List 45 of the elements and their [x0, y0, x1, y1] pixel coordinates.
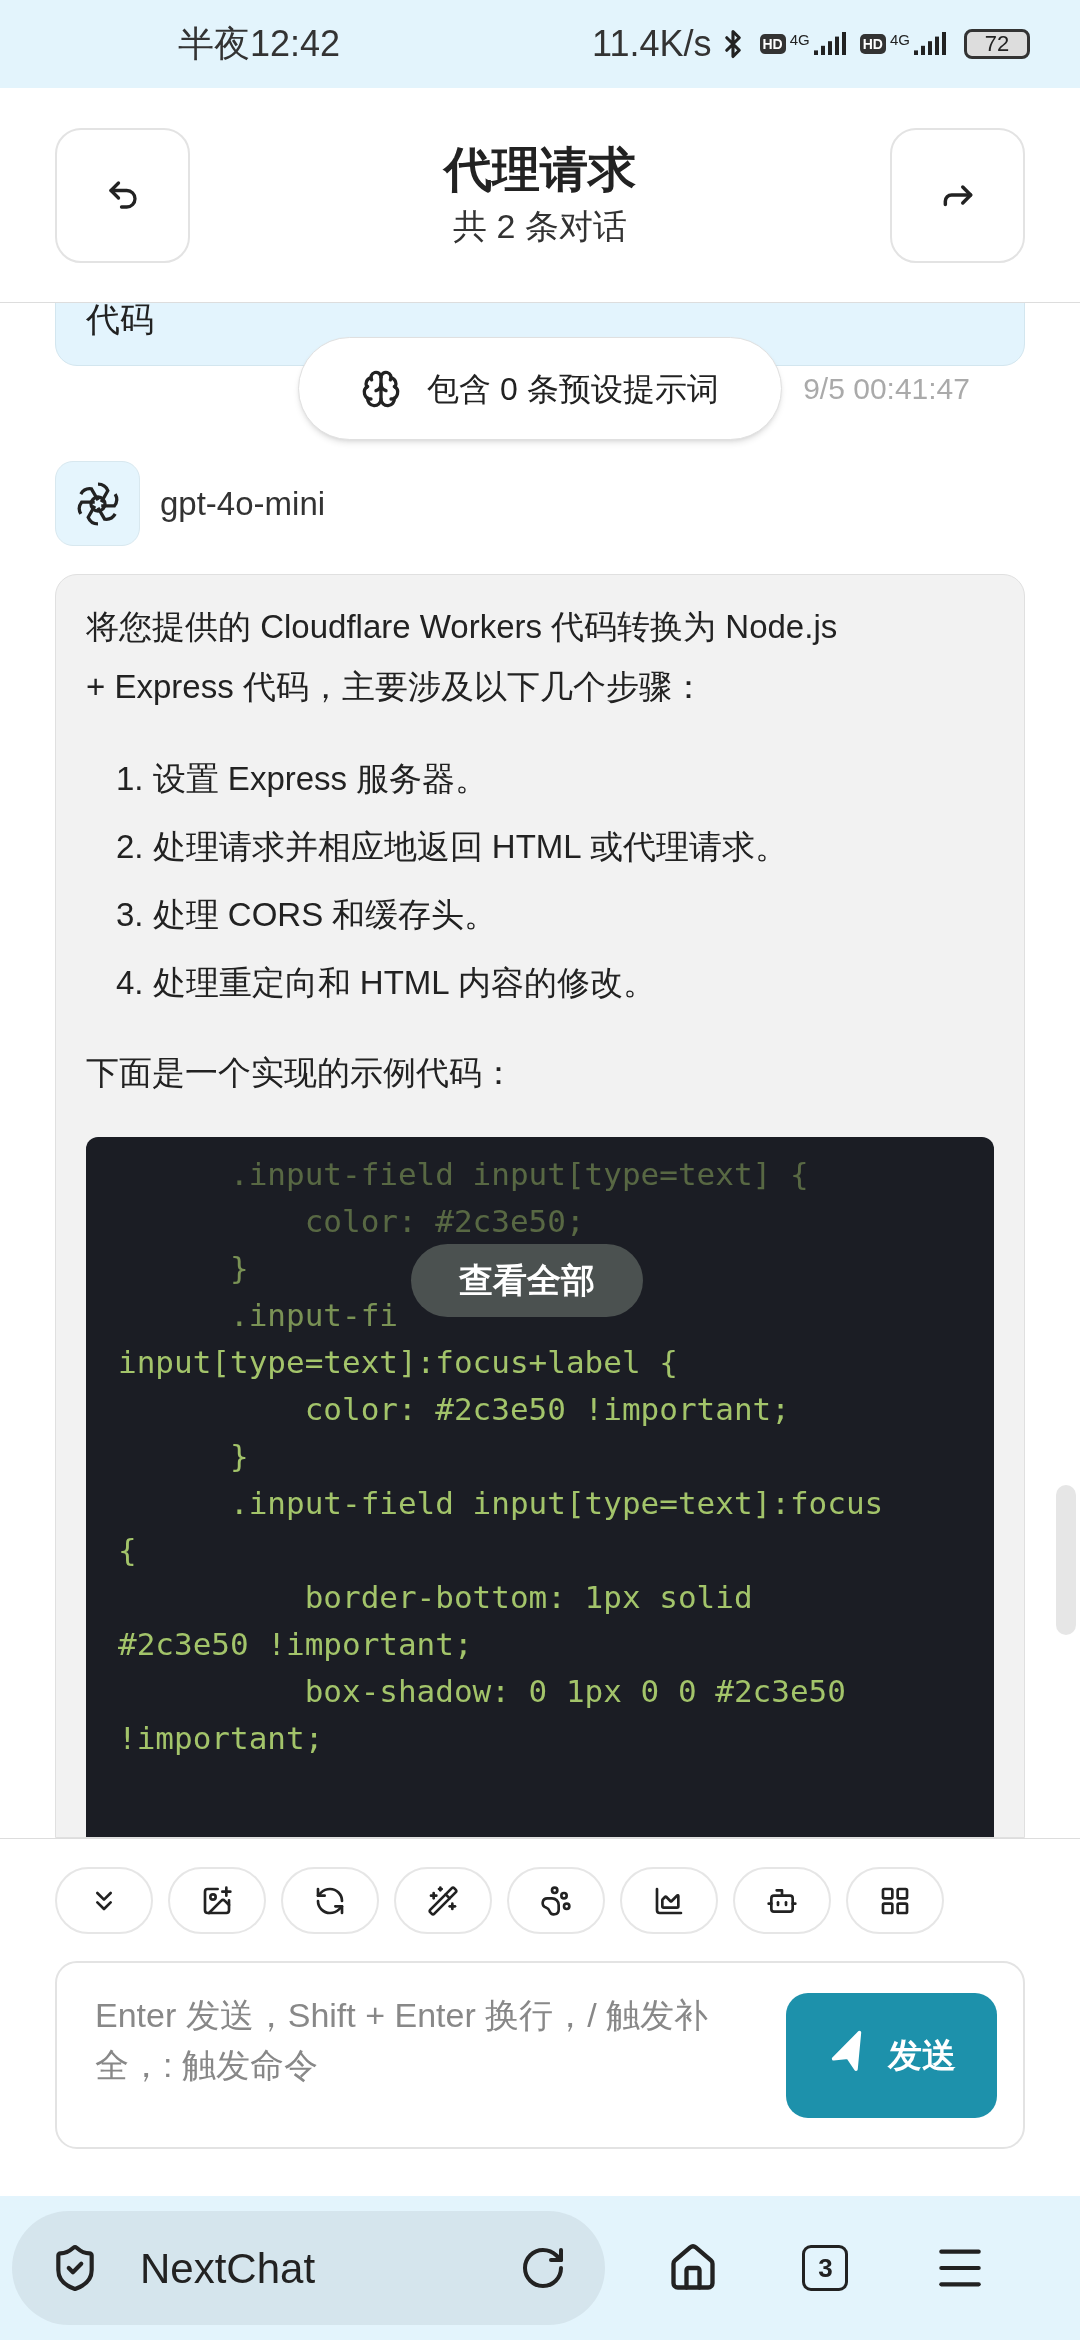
view-all-button[interactable]: 查看全部	[411, 1244, 643, 1317]
paw-icon	[540, 1884, 572, 1917]
code-line: .input-field input[type=text] {	[228, 1155, 809, 1194]
network-speed: 11.4K/s	[592, 22, 712, 66]
tab-count[interactable]: 3	[802, 2245, 849, 2291]
address-bar[interactable]: NextChat	[12, 2211, 605, 2325]
step-item: 4. 处理重定向和 HTML 内容的修改。	[116, 963, 657, 1003]
step-item: 3. 处理 CORS 和缓存头。	[116, 895, 499, 935]
battery-indicator: 72	[964, 29, 1030, 59]
code-line: box-shadow: 0 1px 0 0 #2c3e50	[303, 1672, 846, 1711]
brain-icon	[361, 368, 402, 409]
code-line: color: #2c3e50;	[303, 1202, 585, 1241]
code-line: #2c3e50 !important;	[118, 1625, 473, 1664]
code-line: border-bottom: 1px solid	[303, 1578, 753, 1617]
hd-badge: HD	[759, 34, 786, 54]
message-time: 9/5 00:41:47	[803, 371, 970, 407]
code-line: .input-field input[type=text]:focus	[228, 1484, 884, 1523]
magic-wand-icon	[427, 1884, 459, 1917]
code-line: .input-fi	[228, 1296, 398, 1335]
signal-icon	[813, 31, 848, 57]
message-paragraph: 将您提供的 Cloudflare Workers 代码转换为 Node.js + Express 代码，主要涉及以下几个步骤：	[86, 607, 839, 707]
message-paragraph: 下面是一个实现的示例代码：	[86, 1053, 516, 1093]
step-item: 1. 设置 Express 服务器。	[116, 759, 490, 799]
prompt-count-pill[interactable]: 包含 0 条预设提示词	[298, 337, 782, 440]
chat-title: 代理请求	[444, 142, 636, 198]
image-icon	[201, 1884, 233, 1917]
chat-subtitle: 共 2 条对话	[453, 206, 627, 247]
code-line: !important;	[118, 1719, 324, 1758]
code-line: input[type=text]:focus+label {	[118, 1343, 678, 1382]
hd-badge: HD	[859, 34, 886, 54]
message-input[interactable]: Enter 发送，Shift + Enter 换行，/ 触发补全，: 触发命令	[95, 1990, 766, 2120]
clock: 半夜12:42	[178, 22, 341, 66]
code-line: }	[228, 1249, 249, 1288]
model-name: gpt-4o-mini	[160, 483, 326, 524]
network-type: 4G	[789, 30, 810, 50]
user-message-text: 代码	[86, 303, 154, 340]
network-type: 4G	[890, 30, 910, 50]
code-line: {	[118, 1531, 137, 1570]
code-line: }	[228, 1437, 249, 1476]
code-line: color: #2c3e50 !important;	[303, 1390, 790, 1429]
step-item: 2. 处理请求并相应地返回 HTML 或代理请求。	[116, 827, 789, 867]
url-text: NextChat	[140, 2243, 317, 2294]
message-input-box[interactable]: Enter 发送，Shift + Enter 换行，/ 触发补全，: 触发命令 发送	[55, 1961, 1025, 2149]
send-button[interactable]: 发送	[786, 1992, 997, 2118]
signal-icon	[914, 31, 948, 57]
